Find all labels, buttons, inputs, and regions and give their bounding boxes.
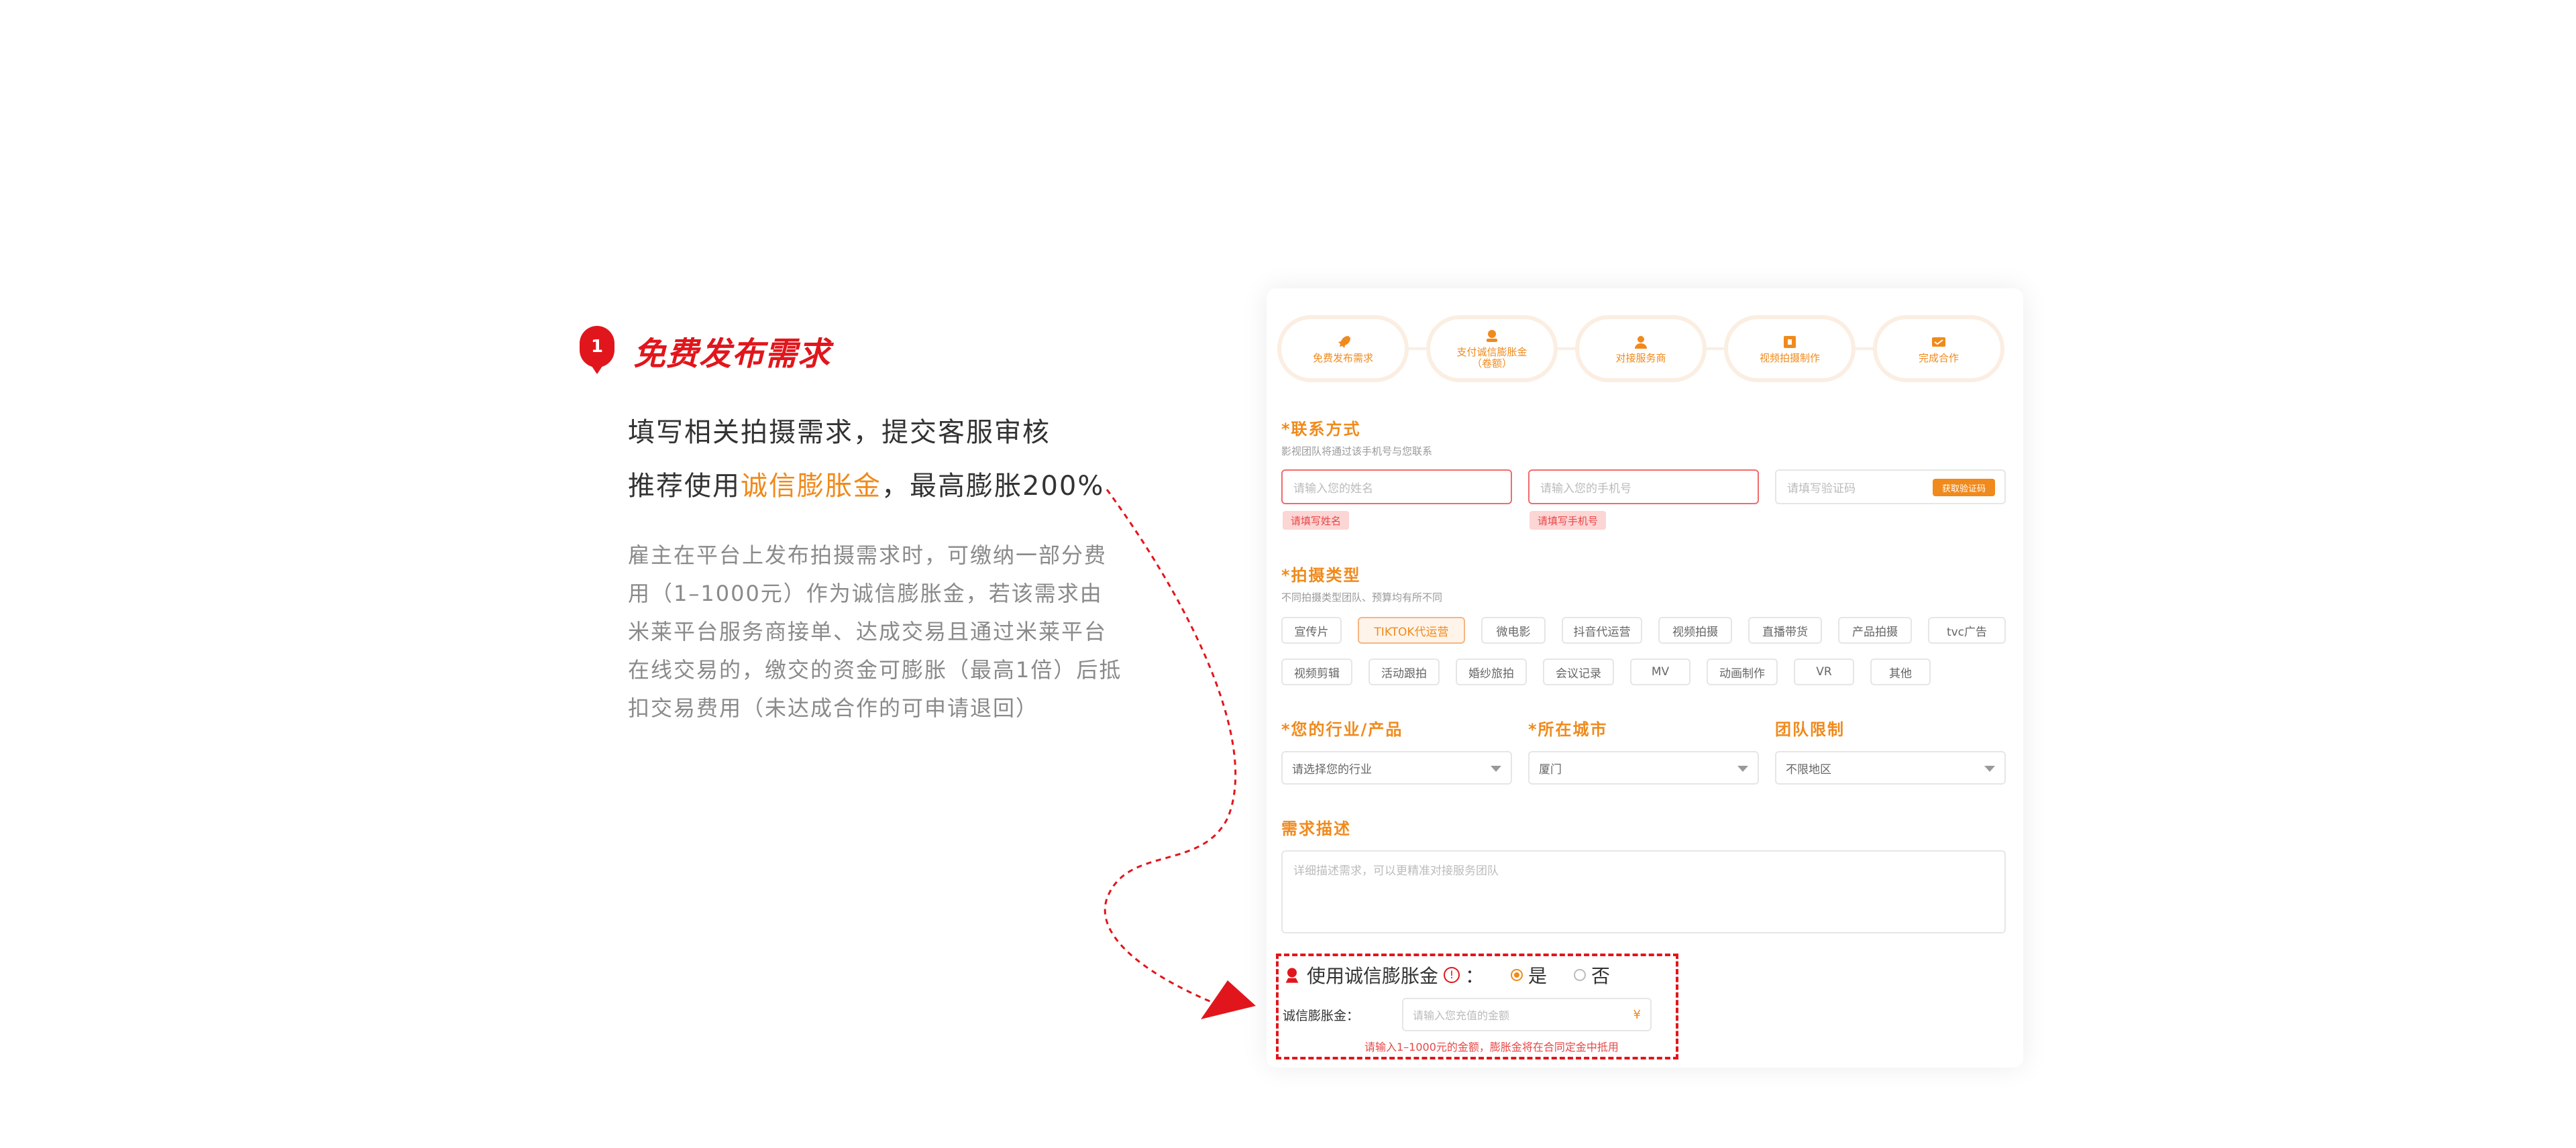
team-title: 团队限制	[1775, 720, 1845, 739]
radio-no[interactable]	[1574, 969, 1587, 981]
chevron-down-icon	[1737, 766, 1748, 772]
type-chip[interactable]: 婚纱旅拍	[1456, 658, 1527, 685]
name-input[interactable]: 请输入您的姓名	[1281, 469, 1512, 504]
rocket-icon	[1338, 335, 1350, 348]
step-publish: 免费发布需求	[1277, 315, 1409, 382]
deposit-placeholder: 请输入您充值的金额	[1413, 1009, 1510, 1022]
shoot-type-title: *拍摄类型	[1281, 566, 1361, 585]
phone-input[interactable]: 请输入您的手机号	[1528, 469, 1759, 504]
step-connect: 对接服务商	[1575, 315, 1707, 382]
city-title: *所在城市	[1528, 720, 1608, 739]
city-select[interactable]: 厦门	[1528, 751, 1759, 785]
chevron-down-icon	[1984, 766, 1995, 772]
verification-code-input[interactable]: 请填写验证码 获取验证码	[1775, 469, 2006, 504]
type-chip[interactable]: 直播带货	[1748, 617, 1822, 644]
type-chip[interactable]: 动画制作	[1707, 658, 1778, 685]
arrow-head-icon	[1201, 980, 1256, 1019]
step-production: 视频拍摄制作	[1724, 315, 1856, 382]
type-chip[interactable]: 会议记录	[1543, 658, 1614, 685]
step-label: 视频拍摄制作	[1759, 351, 1820, 364]
deposit-yes-option[interactable]: 是	[1511, 962, 1547, 988]
deposit-toggle-row: 使用诚信膨胀金 ! ： 是 否	[1283, 962, 1610, 988]
deposit-question: 使用诚信膨胀金	[1307, 965, 1439, 987]
shoot-type-hint: 不同拍摄类型团队、预算均有所不同	[1281, 591, 1443, 604]
requirement-textarea[interactable]: 详细描述需求，可以更精准对接服务团队	[1281, 850, 2006, 933]
step-complete: 完成合作	[1873, 315, 2004, 382]
type-chip[interactable]: 微电影	[1481, 617, 1546, 644]
industry-value: 请选择您的行业	[1292, 762, 1372, 777]
person-icon	[1635, 335, 1647, 349]
deposit-no-option[interactable]: 否	[1574, 962, 1610, 988]
team-value: 不限地区	[1786, 762, 1831, 777]
contact-section-title: *联系方式	[1281, 420, 1361, 439]
name-error: 请填写姓名	[1283, 511, 1350, 530]
type-chip[interactable]: tvc广告	[1928, 617, 2006, 644]
yes-label: 是	[1528, 965, 1548, 987]
step-label: 对接服务商	[1615, 351, 1666, 364]
type-chip[interactable]: 宣传片	[1281, 617, 1342, 644]
type-chip-selected[interactable]: TIKTOK代运营	[1358, 617, 1465, 644]
type-chip[interactable]: 活动跟拍	[1368, 658, 1440, 685]
deposit-icon	[1285, 968, 1299, 983]
radio-yes[interactable]	[1511, 969, 1523, 981]
deposit-icon	[1487, 330, 1497, 342]
deposit-colon: ：	[1465, 965, 1485, 987]
step-deposit: 支付诚信膨胀金（卷额）	[1426, 315, 1558, 382]
type-chip[interactable]: 产品拍摄	[1838, 617, 1912, 644]
type-chip[interactable]: 其他	[1870, 658, 1931, 685]
type-chip[interactable]: 抖音代运营	[1562, 617, 1642, 644]
get-code-button[interactable]: 获取验证码	[1932, 479, 1995, 496]
film-icon	[1784, 335, 1796, 348]
step-label: 完成合作	[1918, 351, 1959, 364]
industry-title: *您的行业/产品	[1281, 720, 1403, 739]
deposit-amount-input[interactable]: 请输入您充值的金额 ¥	[1402, 998, 1652, 1031]
step-label: 免费发布需求	[1312, 351, 1373, 364]
deposit-hint: 请输入1–1000元的金额，膨胀金将在合同定金中抵用	[1364, 1041, 1619, 1053]
deposit-amount-label: 诚信膨胀金：	[1283, 1009, 1360, 1023]
city-value: 厦门	[1539, 762, 1562, 777]
step-label: 支付诚信膨胀金（卷额）	[1456, 346, 1527, 369]
type-chip[interactable]: 视频剪辑	[1281, 658, 1352, 685]
type-chip[interactable]: 视频拍摄	[1658, 617, 1732, 644]
code-placeholder: 请填写验证码	[1787, 481, 1856, 496]
info-icon[interactable]: !	[1444, 967, 1460, 983]
no-label: 否	[1591, 965, 1611, 987]
type-chip[interactable]: MV	[1630, 658, 1690, 685]
team-select[interactable]: 不限地区	[1775, 751, 2006, 785]
phone-error: 请填写手机号	[1529, 511, 1607, 530]
currency-symbol: ¥	[1633, 1007, 1641, 1022]
contact-section-hint: 影视团队将通过该手机号与您联系	[1281, 445, 1433, 457]
type-chip[interactable]: VR	[1794, 658, 1854, 685]
handshake-icon	[1932, 337, 1945, 347]
industry-select[interactable]: 请选择您的行业	[1281, 751, 1512, 785]
chevron-down-icon	[1491, 766, 1501, 772]
requirement-title: 需求描述	[1281, 819, 1351, 838]
